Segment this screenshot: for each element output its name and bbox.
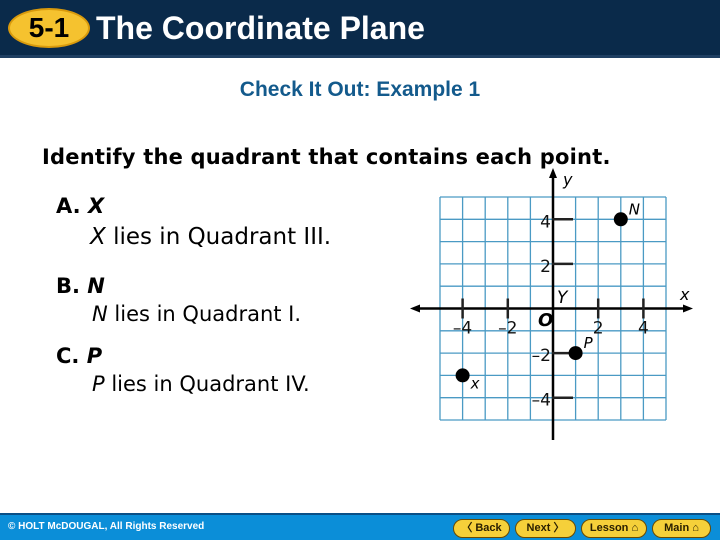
x-tick-label: 2	[593, 319, 604, 339]
point-x	[455, 368, 470, 383]
footer-bar: © HOLT McDOUGAL, All Rights Reserved 〈 B…	[0, 513, 720, 540]
next-button[interactable]: Next 〉	[515, 519, 576, 538]
origin-label: O	[538, 310, 553, 331]
x-axis-label: x	[679, 285, 690, 304]
copyright-text: © HOLT McDOUGAL, All Rights Reserved	[8, 521, 205, 532]
y-tick-label: –2	[532, 346, 551, 366]
main-button[interactable]: Main ⌂	[652, 519, 711, 538]
quadrant-marker-label: Y	[557, 288, 569, 308]
point-n	[613, 212, 628, 227]
y-tick-label: 2	[540, 257, 551, 277]
coordinate-plane: –4 –2 2 4 4 2 –2 –4 x N P x y O Y	[410, 168, 693, 440]
y-axis-up-arrow-icon	[549, 168, 557, 178]
x-tick-label: –4	[453, 319, 472, 339]
x-axis-left-arrow-icon	[410, 304, 420, 313]
point-label-n: N	[629, 200, 640, 218]
axes	[410, 168, 693, 440]
x-axis-right-arrow-icon	[683, 304, 693, 313]
lesson-button[interactable]: Lesson ⌂	[581, 519, 647, 538]
point-p	[568, 346, 583, 361]
back-button[interactable]: 〈 Back	[453, 519, 510, 538]
y-axis-label: y	[562, 170, 573, 189]
point-label-x: x	[470, 374, 480, 392]
x-tick-label: 4	[638, 319, 649, 339]
y-tick-label: –4	[532, 391, 551, 411]
point-label-p: P	[584, 334, 594, 352]
x-tick-label: –2	[498, 319, 517, 339]
y-tick-label: 4	[540, 212, 551, 232]
